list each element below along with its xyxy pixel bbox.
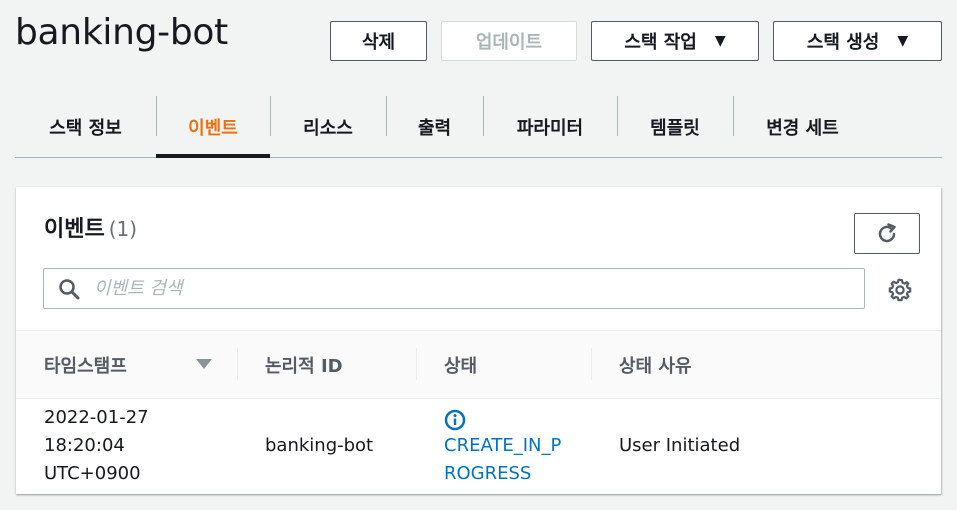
tab-label: 템플릿 — [650, 117, 700, 139]
tab-label: 리소스 — [303, 117, 353, 139]
tab-change-sets[interactable]: 변경 세트 — [733, 96, 872, 157]
events-panel: 이벤트(1) 타임스탬프 논리적 ID 상태 상태 사유 — [16, 187, 941, 494]
event-count: (1) — [108, 217, 138, 241]
table-header: 타임스탬프 논리적 ID 상태 상태 사유 — [16, 330, 941, 399]
status-reason-cell: User Initiated — [619, 435, 741, 456]
gear-icon[interactable] — [888, 278, 912, 302]
column-header-logical-id[interactable]: 논리적 ID — [265, 331, 343, 398]
timestamp-cell: 2022-01-27 18:20:04 UTC+0900 — [44, 404, 149, 488]
sort-down-icon[interactable] — [196, 359, 212, 369]
search-icon — [59, 278, 80, 299]
column-label: 타임스탬프 — [44, 355, 127, 377]
column-label: 상태 사유 — [619, 355, 692, 377]
tab-label: 스택 정보 — [49, 117, 122, 139]
column-divider — [237, 348, 238, 380]
column-header-status-reason[interactable]: 상태 사유 — [619, 331, 692, 398]
tab-label: 출력 — [417, 117, 452, 139]
tab-label: 파라미터 — [516, 117, 584, 139]
stack-title: banking-bot — [15, 12, 228, 53]
tab-parameters[interactable]: 파라미터 — [483, 96, 617, 157]
column-divider — [416, 348, 417, 380]
column-header-timestamp[interactable]: 타임스탬프 — [44, 331, 127, 398]
stack-actions-button[interactable]: 스택 작업 ▼ — [591, 21, 759, 61]
column-label: 상태 — [444, 355, 478, 377]
panel-title-text: 이벤트 — [44, 217, 105, 242]
logical-id-cell: banking-bot — [265, 435, 374, 456]
create-stack-label: 스택 생성 — [806, 32, 880, 53]
status-link[interactable]: CREATE_IN_P ROGRESS — [444, 432, 561, 488]
caret-down-icon: ▼ — [897, 33, 909, 49]
panel-title: 이벤트 (1) — [44, 211, 137, 243]
refresh-button[interactable] — [854, 213, 920, 254]
event-search-field — [43, 268, 865, 309]
column-divider — [591, 348, 592, 380]
stack-actions-label: 스택 작업 — [624, 32, 697, 53]
update-button[interactable]: 업데이트 — [441, 21, 577, 61]
tab-stack-info[interactable]: 스택 정보 — [15, 96, 156, 157]
search-input[interactable] — [94, 278, 794, 299]
delete-button[interactable]: 삭제 — [330, 21, 427, 61]
stack-tabs: 스택 정보 이벤트 리소스 출력 파라미터 템플릿 변경 세트 — [15, 96, 942, 158]
update-button-label: 업데이트 — [475, 32, 543, 53]
timestamp-timezone: UTC+0900 — [44, 463, 141, 484]
timestamp-time: 18:20:04 — [44, 435, 125, 456]
info-icon — [444, 409, 466, 431]
caret-down-icon: ▼ — [714, 33, 726, 49]
tab-outputs[interactable]: 출력 — [386, 96, 483, 157]
column-header-status[interactable]: 상태 — [444, 331, 477, 398]
tab-label: 변경 세트 — [766, 117, 839, 139]
delete-button-label: 삭제 — [361, 32, 396, 53]
timestamp-date: 2022-01-27 — [44, 407, 149, 428]
tab-events[interactable]: 이벤트 — [156, 96, 270, 158]
status-text: CREATE_IN_P — [444, 435, 562, 456]
tab-template[interactable]: 템플릿 — [617, 96, 733, 157]
tab-label: 이벤트 — [188, 117, 238, 139]
tab-resources[interactable]: 리소스 — [270, 96, 386, 157]
column-label: 논리적 ID — [265, 355, 343, 377]
create-stack-button[interactable]: 스택 생성 ▼ — [773, 21, 942, 61]
refresh-icon — [878, 222, 896, 242]
status-text: ROGRESS — [444, 463, 532, 484]
